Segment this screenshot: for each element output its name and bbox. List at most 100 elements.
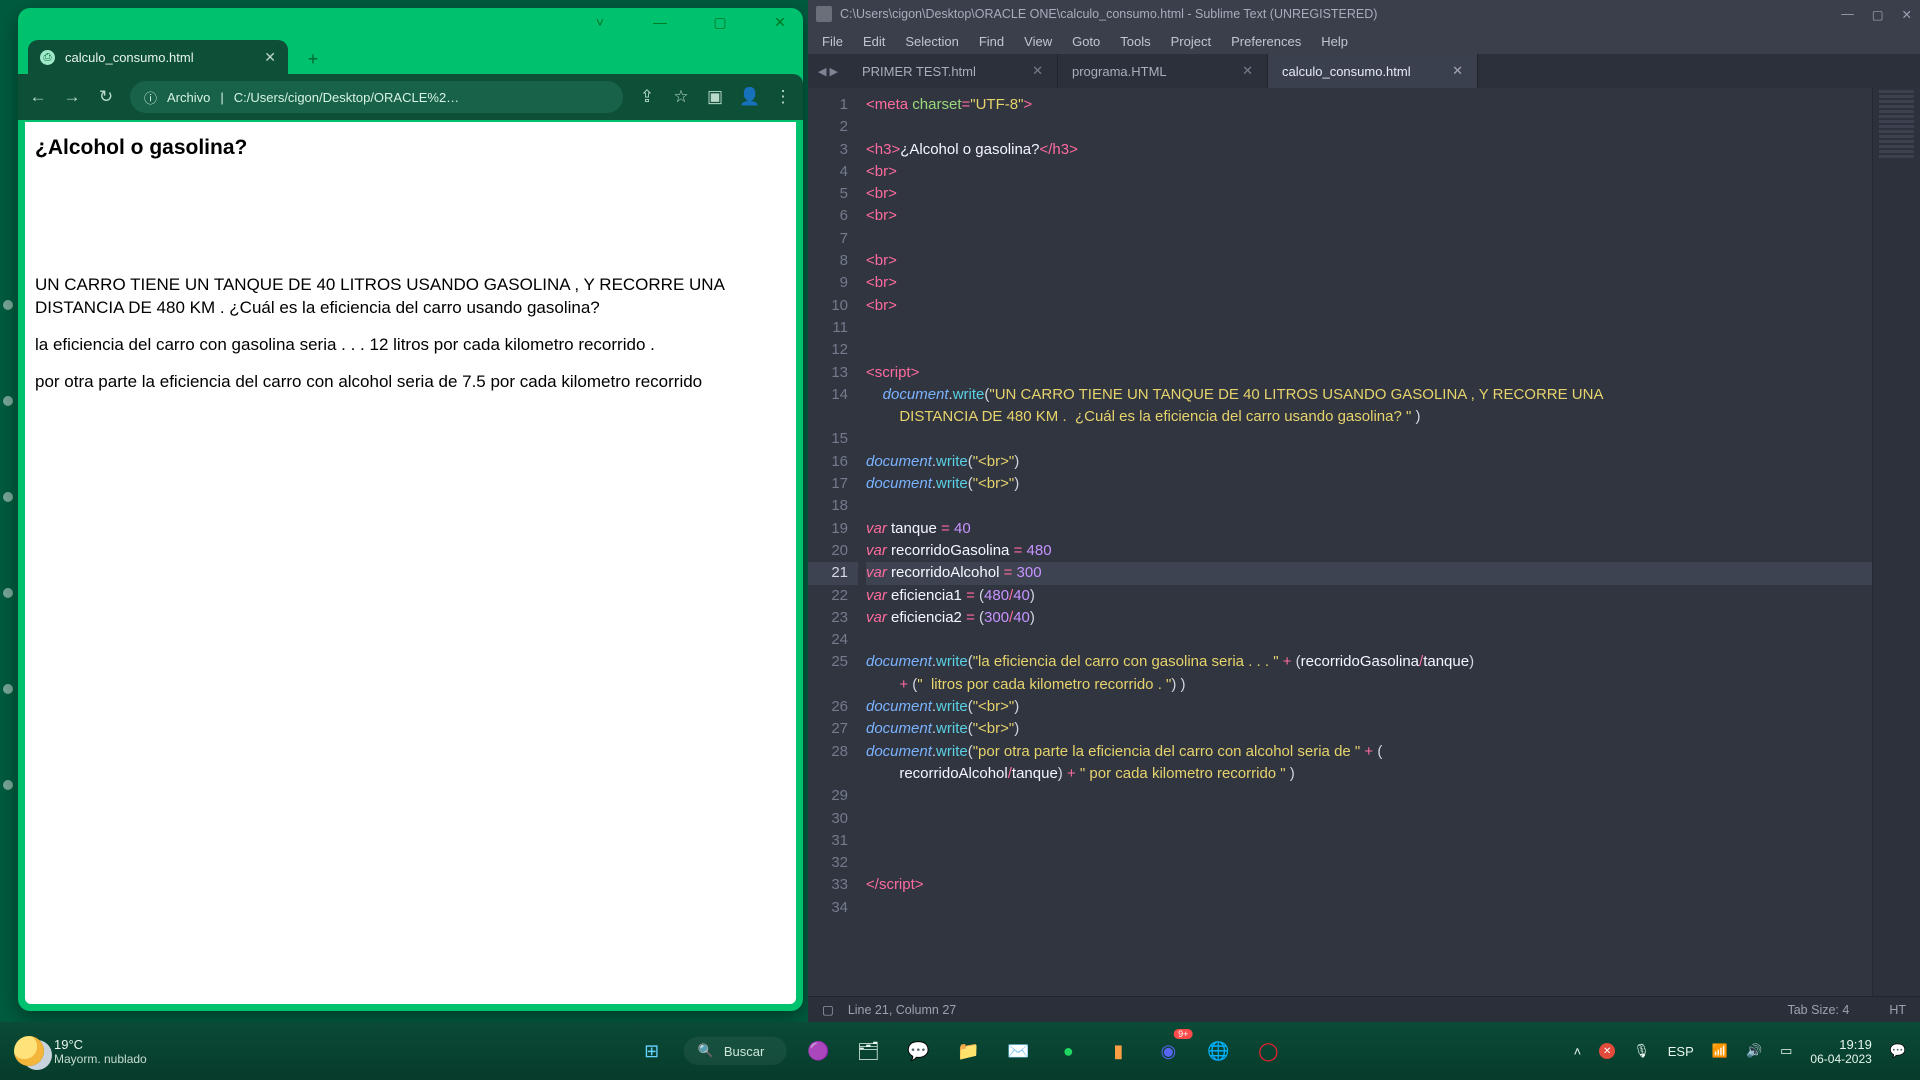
menu-goto[interactable]: Goto [1064, 32, 1108, 51]
task-view-button[interactable]: 🗂 [850, 1033, 886, 1069]
sublime-menubar: File Edit Selection Find View Goto Tools… [808, 28, 1920, 54]
profile-button[interactable]: 👤 [739, 87, 759, 107]
tab-close-icon[interactable]: ✕ [1032, 63, 1043, 79]
editor-tab-primer-test[interactable]: PRIMER TEST.html ✕ [848, 54, 1058, 88]
search-icon: 🔍 [698, 1043, 714, 1059]
sublime-statusbar: ▢ Line 21, Column 27 Tab Size: 4 HT [808, 996, 1920, 1022]
status-tabsize[interactable]: Tab Size: 4 [1787, 1003, 1849, 1017]
window-close-button[interactable]: ✕ [1902, 7, 1912, 22]
battery-icon[interactable]: ▭ [1780, 1043, 1792, 1059]
bookmark-button[interactable]: ☆ [671, 87, 691, 107]
window-close-button[interactable]: ✕ [763, 9, 797, 35]
line-number-gutter[interactable]: 1234567891011121314 15161718192021222324… [808, 88, 858, 996]
chrome-toolbar: ← → ↻ ⓘ Archivo | C:/Users/cigon/Desktop… [18, 74, 803, 120]
chrome-titlebar[interactable]: ˅ — ▢ ✕ [18, 8, 803, 36]
browser-tab[interactable]: ⎙ calculo_consumo.html ✕ [28, 40, 288, 74]
status-indent-toggle[interactable]: ▢ [822, 1002, 834, 1017]
page-paragraph-3: por otra parte la eficiencia del carro c… [35, 371, 786, 394]
new-tab-button[interactable]: + [298, 44, 328, 74]
browser-tab-title: calculo_consumo.html [65, 50, 194, 65]
minimap[interactable] [1872, 88, 1920, 996]
window-maximize-button[interactable]: ▢ [1872, 7, 1884, 22]
sublime-window: C:\Users\cigon\Desktop\ORACLE ONE\calcul… [808, 0, 1920, 1022]
rendered-page: ¿Alcohol o gasolina? UN CARRO TIENE UN T… [23, 120, 798, 1006]
menu-file[interactable]: File [814, 32, 851, 51]
mail-icon[interactable]: ✉️ [1000, 1033, 1036, 1069]
taskbar-search-placeholder: Buscar [724, 1044, 764, 1059]
taskbar-clock[interactable]: 19:19 06-04-2023 [1810, 1037, 1871, 1066]
teams-icon[interactable]: 💬 [900, 1033, 936, 1069]
chrome-menu-button[interactable]: ⋮ [773, 87, 793, 107]
microphone-icon[interactable]: 🎙 [1633, 1043, 1650, 1059]
url-separator: | [220, 90, 223, 105]
page-heading: ¿Alcohol o gasolina? [35, 136, 786, 160]
sublime-logo-icon [816, 6, 832, 22]
sidepanel-button[interactable]: ▣ [705, 87, 725, 107]
discord-edge-indicators [3, 300, 13, 790]
weather-temp: 19°C [54, 1037, 147, 1052]
tray-overflow-button[interactable]: ˄ [1574, 1044, 1582, 1059]
explorer-icon[interactable]: 📁 [950, 1033, 986, 1069]
taskbar-tray: ˄ ✕ 🎙 ESP 📶 🔊 ▭ 19:19 06-04-2023 💬 [1574, 1037, 1906, 1066]
editor-tab-calculo-consumo[interactable]: calculo_consumo.html ✕ [1268, 54, 1478, 88]
discord-icon[interactable]: ◉ [1150, 1033, 1186, 1069]
tab-history-nav[interactable]: ◀ ▶ [808, 54, 848, 88]
nav-forward-button[interactable]: → [62, 87, 82, 107]
input-language[interactable]: ESP [1668, 1044, 1694, 1059]
tab-close-button[interactable]: ✕ [264, 49, 276, 66]
taskbar-weather-widget[interactable]: 19°C Mayorm. nublado [14, 1036, 147, 1066]
menu-project[interactable]: Project [1163, 32, 1219, 51]
notifications-button[interactable]: 💬 [1890, 1043, 1906, 1059]
opera-icon[interactable]: ◯ [1250, 1033, 1286, 1069]
url-path: C:/Users/cigon/Desktop/ORACLE%2… [234, 90, 459, 105]
spotify-icon[interactable]: ● [1050, 1033, 1086, 1069]
security-alert-icon[interactable]: ✕ [1599, 1043, 1615, 1059]
wifi-icon[interactable]: 📶 [1712, 1043, 1728, 1059]
volume-icon[interactable]: 🔊 [1746, 1043, 1762, 1059]
menu-help[interactable]: Help [1313, 32, 1356, 51]
page-paragraph-1: UN CARRO TIENE UN TANQUE DE 40 LITROS US… [35, 274, 786, 320]
editor-tab-label: programa.HTML [1072, 64, 1167, 79]
copilot-icon[interactable]: 🟣 [800, 1033, 836, 1069]
sublime-titlebar[interactable]: C:\Users\cigon\Desktop\ORACLE ONE\calcul… [808, 0, 1920, 28]
editor-body: 1234567891011121314 15161718192021222324… [808, 88, 1920, 996]
menu-selection[interactable]: Selection [897, 32, 966, 51]
chrome-taskbar-icon[interactable]: 🌐 [1200, 1033, 1236, 1069]
share-button[interactable]: ⇪ [637, 87, 657, 107]
address-bar[interactable]: ⓘ Archivo | C:/Users/cigon/Desktop/ORACL… [130, 81, 623, 113]
nav-back-button[interactable]: ← [28, 87, 48, 107]
menu-preferences[interactable]: Preferences [1223, 32, 1309, 51]
menu-tools[interactable]: Tools [1112, 32, 1158, 51]
editor-tab-label: calculo_consumo.html [1282, 64, 1411, 79]
tab-close-icon[interactable]: ✕ [1242, 63, 1253, 79]
window-minimize-button[interactable]: — [1841, 7, 1854, 22]
taskbar-search[interactable]: 🔍 Buscar [684, 1037, 787, 1065]
weather-desc: Mayorm. nublado [54, 1052, 147, 1066]
editor-tab-label: PRIMER TEST.html [862, 64, 976, 79]
menu-view[interactable]: View [1016, 32, 1060, 51]
sublime-taskbar-icon[interactable]: ▮ [1100, 1033, 1136, 1069]
chrome-tabstrip: ⎙ calculo_consumo.html ✕ + [18, 36, 803, 74]
clock-time: 19:19 [1810, 1037, 1871, 1052]
url-scheme-label: Archivo [167, 90, 210, 105]
editor-tab-programa[interactable]: programa.HTML ✕ [1058, 54, 1268, 88]
code-editor[interactable]: <meta charset="UTF-8"><h3>¿Alcohol o gas… [858, 88, 1872, 996]
sublime-tabstrip: ◀ ▶ PRIMER TEST.html ✕ programa.HTML ✕ c… [808, 54, 1920, 88]
window-maximize-button[interactable]: ▢ [703, 9, 737, 35]
start-button[interactable]: ⊞ [634, 1033, 670, 1069]
menu-edit[interactable]: Edit [855, 32, 893, 51]
nav-reload-button[interactable]: ↻ [96, 87, 116, 107]
weather-icon [14, 1036, 44, 1066]
site-info-icon[interactable]: ⓘ [144, 88, 157, 107]
chrome-window: ˅ — ▢ ✕ ⎙ calculo_consumo.html ✕ + ← → ↻… [18, 8, 803, 1011]
window-minimize-button[interactable]: — [643, 9, 677, 35]
status-cursor-position: Line 21, Column 27 [848, 1003, 956, 1017]
windows-taskbar: 19°C Mayorm. nublado ⊞ 🔍 Buscar 🟣 🗂 💬 📁 … [0, 1022, 1920, 1080]
status-syntax[interactable]: HT [1889, 1003, 1906, 1017]
page-favicon-icon: ⎙ [40, 50, 55, 65]
taskbar-center: ⊞ 🔍 Buscar 🟣 🗂 💬 📁 ✉️ ● ▮ ◉ 🌐 ◯ [634, 1033, 1287, 1069]
menu-find[interactable]: Find [971, 32, 1012, 51]
chrome-dropdown-icon[interactable]: ˅ [583, 9, 617, 35]
tab-close-icon[interactable]: ✕ [1452, 63, 1463, 79]
sublime-title-text: C:\Users\cigon\Desktop\ORACLE ONE\calcul… [840, 7, 1377, 21]
